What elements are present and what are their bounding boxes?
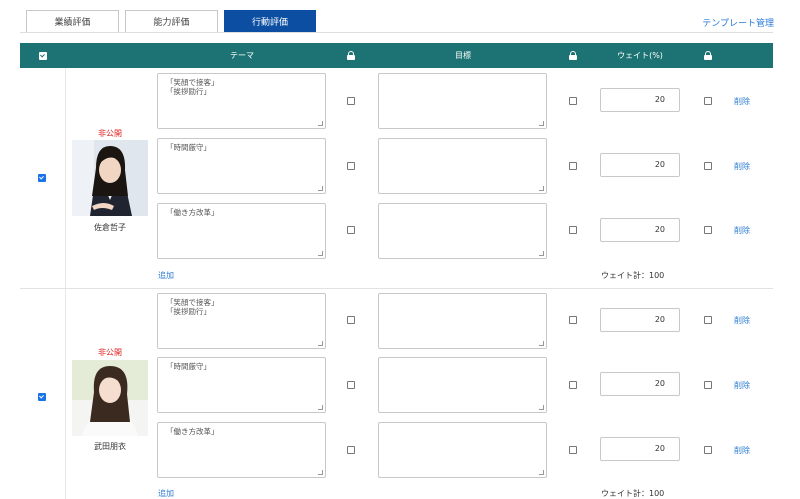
goal-textarea[interactable] [378, 203, 547, 259]
column-header-goal: 目標 [455, 51, 471, 60]
delete-link[interactable]: 削除 [734, 315, 750, 326]
tab-divider [20, 32, 773, 33]
weight-lock-checkbox[interactable] [704, 226, 712, 234]
delete-link[interactable]: 削除 [734, 380, 750, 391]
goal-lock-checkbox[interactable] [569, 162, 577, 170]
lock-icon[interactable] [569, 51, 577, 60]
status-badge: 非公開 [98, 129, 122, 138]
avatar [72, 140, 148, 216]
add-item-link[interactable]: 追加 [158, 270, 174, 281]
weight-total-label: ウェイト計： [601, 271, 649, 280]
lock-icon[interactable] [347, 51, 355, 60]
column-header-weight: ウェイト(%) [617, 51, 663, 60]
row-select-checkbox[interactable] [38, 174, 46, 182]
row-divider [20, 288, 773, 289]
delete-link[interactable]: 削除 [734, 445, 750, 456]
weight-total-value: 100 [649, 489, 665, 498]
theme-lock-checkbox[interactable] [347, 226, 355, 234]
theme-textarea[interactable]: 「時間厳守」 [157, 138, 326, 194]
status-badge: 非公開 [98, 348, 122, 357]
goal-textarea[interactable] [378, 357, 547, 413]
tab-ability[interactable]: 能力評価 [125, 10, 218, 32]
tab-performance[interactable]: 業績評価 [26, 10, 119, 32]
goal-lock-checkbox[interactable] [569, 381, 577, 389]
goal-textarea[interactable] [378, 138, 547, 194]
weight-lock-checkbox[interactable] [704, 97, 712, 105]
delete-link[interactable]: 削除 [734, 96, 750, 107]
goal-lock-checkbox[interactable] [569, 446, 577, 454]
add-item-link[interactable]: 追加 [158, 488, 174, 499]
tab-behavior[interactable]: 行動評価 [224, 10, 316, 32]
theme-lock-checkbox[interactable] [347, 381, 355, 389]
weight-input[interactable]: 20 [600, 218, 680, 242]
goal-textarea[interactable] [378, 422, 547, 478]
weight-total: ウェイト計：100 [601, 488, 664, 499]
employee-name: 武田朋衣 [94, 442, 126, 451]
row-select-checkbox[interactable] [38, 393, 46, 401]
select-all-checkbox[interactable] [39, 52, 47, 60]
employee-name: 佐倉哲子 [94, 223, 126, 232]
weight-total: ウェイト計：100 [601, 270, 664, 281]
weight-lock-checkbox[interactable] [704, 162, 712, 170]
goal-textarea[interactable] [378, 293, 547, 349]
theme-textarea[interactable]: 「笑顔で接客」 「挨拶励行」 [157, 73, 326, 129]
goal-textarea[interactable] [378, 73, 547, 129]
goal-lock-checkbox[interactable] [569, 97, 577, 105]
column-divider [65, 289, 66, 499]
lock-icon[interactable] [704, 51, 712, 60]
theme-textarea[interactable]: 「時間厳守」 [157, 357, 326, 413]
weight-total-value: 100 [649, 271, 665, 280]
weight-lock-checkbox[interactable] [704, 316, 712, 324]
table-header: テーマ 目標 ウェイト(%) [20, 43, 773, 68]
theme-textarea[interactable]: 「働き方改革」 [157, 203, 326, 259]
theme-lock-checkbox[interactable] [347, 162, 355, 170]
column-header-theme: テーマ [230, 51, 254, 60]
weight-input[interactable]: 20 [600, 437, 680, 461]
weight-lock-checkbox[interactable] [704, 381, 712, 389]
column-divider [65, 68, 66, 288]
weight-input[interactable]: 20 [600, 308, 680, 332]
theme-textarea[interactable]: 「笑顔で接客」 「挨拶励行」 [157, 293, 326, 349]
delete-link[interactable]: 削除 [734, 225, 750, 236]
weight-input[interactable]: 20 [600, 153, 680, 177]
weight-input[interactable]: 20 [600, 372, 680, 396]
goal-lock-checkbox[interactable] [569, 226, 577, 234]
goal-lock-checkbox[interactable] [569, 316, 577, 324]
delete-link[interactable]: 削除 [734, 161, 750, 172]
weight-lock-checkbox[interactable] [704, 446, 712, 454]
theme-lock-checkbox[interactable] [347, 316, 355, 324]
weight-input[interactable]: 20 [600, 88, 680, 112]
template-management-link[interactable]: テンプレート管理 [702, 16, 774, 29]
avatar [72, 360, 148, 436]
theme-textarea[interactable]: 「働き方改革」 [157, 422, 326, 478]
theme-lock-checkbox[interactable] [347, 97, 355, 105]
weight-total-label: ウェイト計： [601, 489, 649, 498]
theme-lock-checkbox[interactable] [347, 446, 355, 454]
